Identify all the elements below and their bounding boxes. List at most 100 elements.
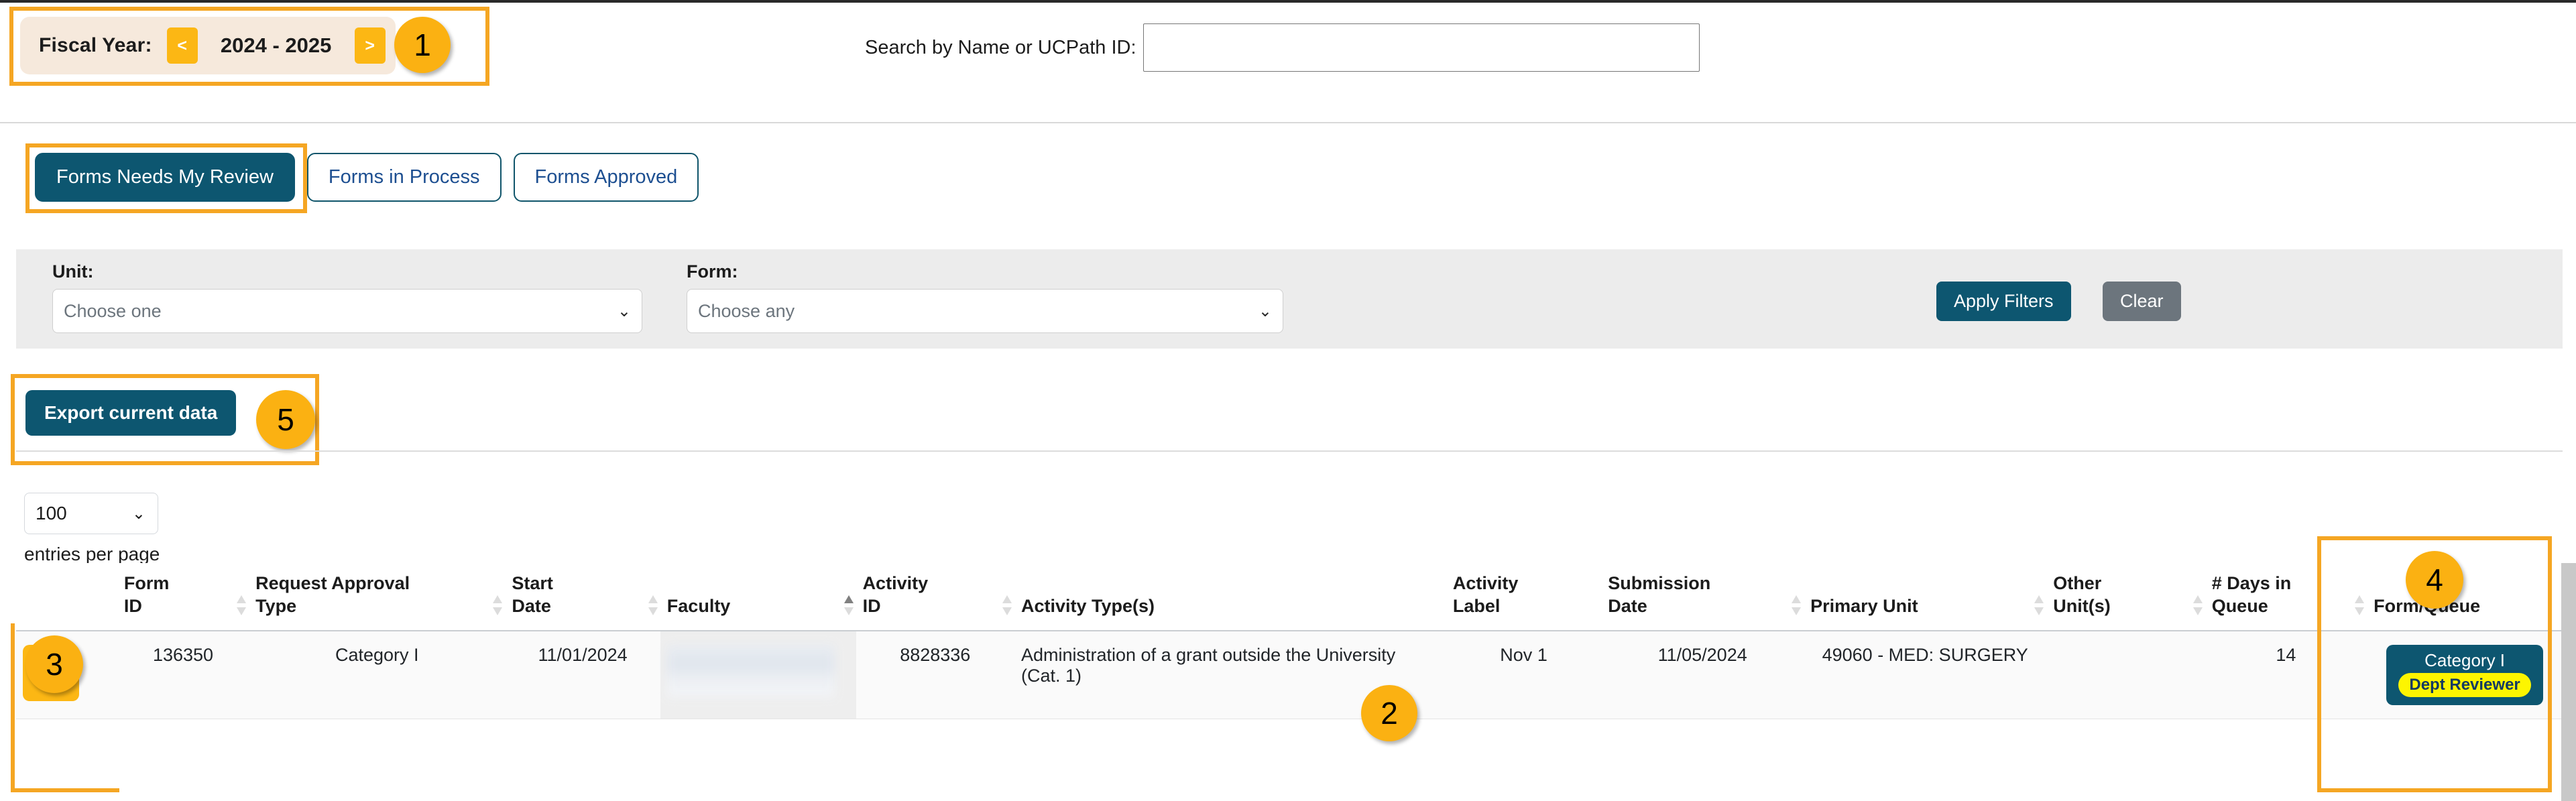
forms-table-head: Form ID Request Approval Type Start Date… xyxy=(16,563,2563,631)
col-form-id-line2: ID xyxy=(123,595,142,616)
app-root: Fiscal Year: < 2024 - 2025 > 1 Search by… xyxy=(0,0,2576,801)
chevron-down-icon: ⌄ xyxy=(131,504,145,523)
callout-number-1: 1 xyxy=(394,17,451,73)
col-request-approval-type-line2: Type xyxy=(255,595,297,616)
cell-request-approval-type: Category I xyxy=(249,630,506,719)
unit-select-value: Choose one xyxy=(64,300,162,321)
sort-icon-active[interactable] xyxy=(843,595,854,615)
fiscal-year-next-button[interactable]: > xyxy=(354,27,386,64)
search-label: Search by Name or UCPath ID: xyxy=(865,36,1136,58)
search-input[interactable] xyxy=(1143,23,1700,72)
col-days-in-queue-line1: # Days in xyxy=(2211,573,2292,593)
col-activity-label-line1: Activity xyxy=(1452,573,1519,593)
vertical-scrollbar[interactable] xyxy=(2561,563,2576,801)
fiscal-year-value: 2024 - 2025 xyxy=(220,34,332,57)
col-activity-types: Activity Type(s) xyxy=(1014,563,1446,631)
sort-icon[interactable] xyxy=(2192,595,2203,615)
forms-table: Form ID Request Approval Type Start Date… xyxy=(16,563,2563,719)
col-primary-unit[interactable]: Primary Unit xyxy=(1804,563,2047,631)
unit-filter-group: Unit: Choose one ⌄ xyxy=(52,261,642,333)
tab-forms-in-process[interactable]: Forms in Process xyxy=(306,153,502,202)
col-other-units[interactable]: Other Unit(s) xyxy=(2046,563,2205,631)
tab-bar: Forms Needs My Review Forms in Process F… xyxy=(35,153,699,202)
col-start-date-line1: Start xyxy=(512,573,553,593)
fiscal-year-prev-button[interactable]: < xyxy=(166,27,198,64)
unit-label: Unit: xyxy=(52,261,94,282)
tab-forms-needs-my-review[interactable]: Forms Needs My Review xyxy=(35,153,295,202)
col-primary-unit-label: Primary Unit xyxy=(1810,595,1918,616)
callout-number-5: 5 xyxy=(256,390,315,449)
cell-submission-date: 11/05/2024 xyxy=(1601,630,1804,719)
col-activity-id-line1: Activity xyxy=(862,573,929,593)
apply-filters-button[interactable]: Apply Filters xyxy=(1936,282,2071,321)
forms-table-body: 2 136350 Category I 11/01/2024 8828336 A… xyxy=(16,630,2563,719)
col-other-units-line1: Other xyxy=(2053,573,2102,593)
sort-icon[interactable] xyxy=(2355,595,2365,615)
callout-number-2: 2 xyxy=(1361,685,1417,741)
table-header-row: Form ID Request Approval Type Start Date… xyxy=(16,563,2563,631)
toolbar-divider xyxy=(16,450,2563,452)
cell-activity-label: Nov 1 xyxy=(1446,630,1602,719)
sort-icon[interactable] xyxy=(237,595,247,615)
col-form-id-line1: Form xyxy=(123,573,170,593)
col-form-id[interactable]: Form ID xyxy=(117,563,249,631)
callout-number-3: 3 xyxy=(25,635,83,693)
col-activity-id-line2: ID xyxy=(862,595,881,616)
fiscal-year-control: Fiscal Year: < 2024 - 2025 > xyxy=(20,17,396,74)
cell-activity-id: 8828336 xyxy=(856,630,1014,719)
form-select-value: Choose any xyxy=(698,300,795,321)
form-queue-role-badge: Dept Reviewer xyxy=(2398,672,2531,697)
clear-filters-button[interactable]: Clear xyxy=(2103,282,2181,321)
col-activity-label-line2: Label xyxy=(1452,595,1501,616)
table-row: 2 136350 Category I 11/01/2024 8828336 A… xyxy=(16,630,2563,719)
search-row: Search by Name or UCPath ID: xyxy=(865,23,1700,72)
col-days-in-queue[interactable]: # Days in Queue xyxy=(2205,563,2367,631)
cell-faculty xyxy=(660,630,856,719)
form-select[interactable]: Choose any ⌄ xyxy=(687,289,1283,333)
col-submission-date-line1: Submission xyxy=(1608,573,1711,593)
sort-icon[interactable] xyxy=(493,595,503,615)
header-divider xyxy=(0,122,2576,123)
col-start-date-line2: Date xyxy=(512,595,551,616)
faculty-name-redacted xyxy=(666,644,835,697)
col-activity-id[interactable]: Activity ID xyxy=(856,563,1014,631)
form-filter-group: Form: Choose any ⌄ xyxy=(687,261,1283,333)
fiscal-year-label: Fiscal Year: xyxy=(39,34,152,56)
col-faculty-label: Faculty xyxy=(666,595,731,616)
cell-days-in-queue: 14 xyxy=(2205,630,2367,719)
form-queue-title: Category I xyxy=(2424,650,2506,670)
export-current-data-button[interactable]: Export current data xyxy=(25,390,237,436)
sort-icon[interactable] xyxy=(2034,595,2044,615)
cell-primary-unit: 49060 - MED: SURGERY xyxy=(1804,630,2047,719)
col-other-units-line2: Unit(s) xyxy=(2053,595,2111,616)
entries-per-page-value: 100 xyxy=(36,503,67,523)
cell-form-queue: Category I Dept Reviewer xyxy=(2367,630,2563,719)
sort-icon[interactable] xyxy=(648,595,658,615)
col-submission-date[interactable]: Submission Date xyxy=(1601,563,1804,631)
cell-start-date: 11/01/2024 xyxy=(505,630,660,719)
col-request-approval-type[interactable]: Request Approval Type xyxy=(249,563,506,631)
col-form-queue-label: Form/Queue xyxy=(2374,595,2556,618)
col-activity-label: Activity Label xyxy=(1446,563,1602,631)
col-request-approval-type-line1: Request Approval xyxy=(255,573,410,593)
filter-panel: Unit: Choose one ⌄ Form: Choose any ⌄ Ap… xyxy=(16,249,2563,349)
unit-select[interactable]: Choose one ⌄ xyxy=(52,289,642,333)
col-start-date[interactable]: Start Date xyxy=(505,563,660,631)
form-queue-badge[interactable]: Category I Dept Reviewer xyxy=(2386,644,2543,705)
col-faculty[interactable]: Faculty xyxy=(660,563,856,631)
callout-number-4: 4 xyxy=(2406,551,2463,609)
col-form-queue: Form/Queue xyxy=(2367,563,2563,631)
sort-icon[interactable] xyxy=(1792,595,1802,615)
chevron-down-icon: ⌄ xyxy=(1258,302,1272,320)
cell-other-units xyxy=(2046,630,2205,719)
col-tags xyxy=(16,563,117,631)
entries-per-page-select[interactable]: 100 ⌄ xyxy=(24,493,158,534)
col-activity-types-label: Activity Type(s) xyxy=(1020,595,1155,616)
sort-icon[interactable] xyxy=(1002,595,1012,615)
form-label: Form: xyxy=(687,261,738,282)
cell-form-id: 136350 xyxy=(117,630,249,719)
col-submission-date-line2: Date xyxy=(1608,595,1647,616)
tab-forms-approved[interactable]: Forms Approved xyxy=(513,153,699,202)
window-top-border xyxy=(0,0,2576,3)
col-days-in-queue-line2: Queue xyxy=(2211,595,2268,616)
